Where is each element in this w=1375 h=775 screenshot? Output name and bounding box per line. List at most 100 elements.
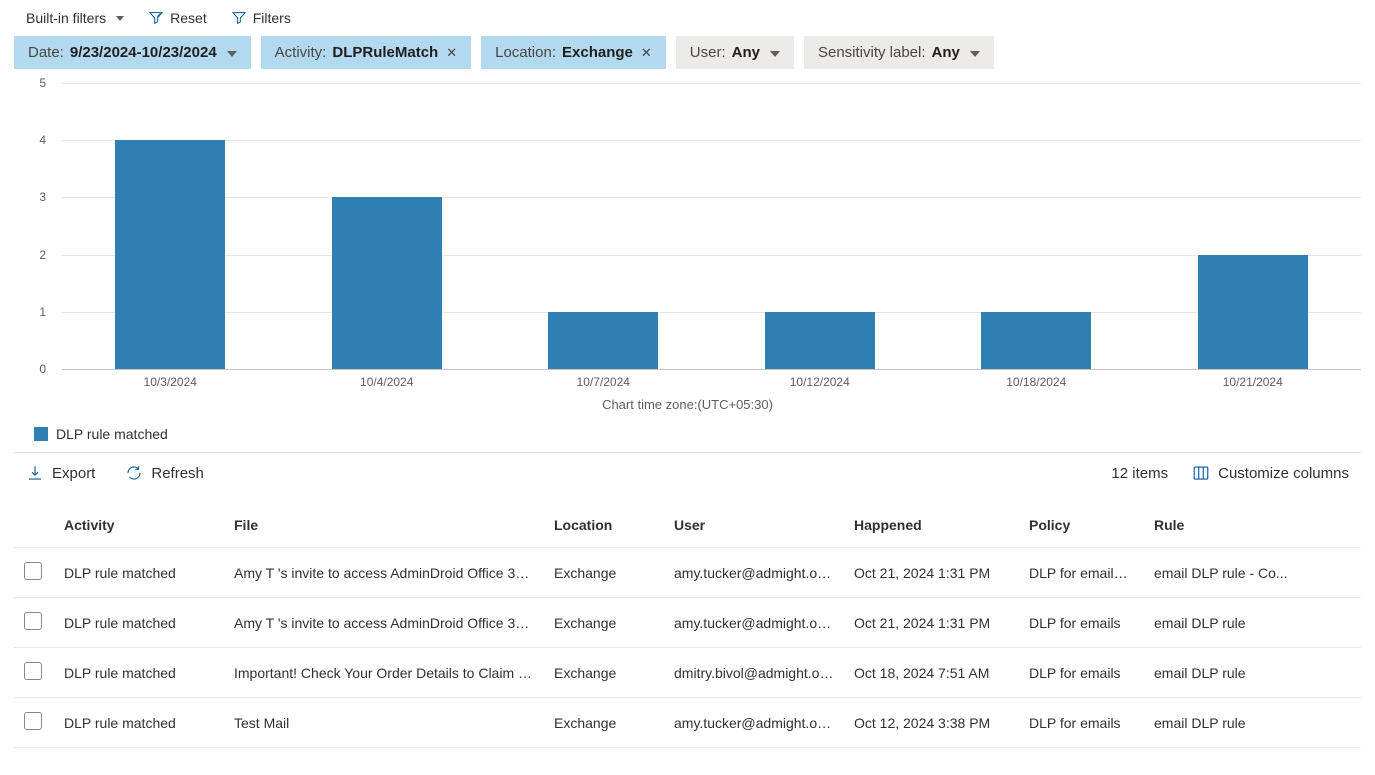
y-tick: 2 [39, 248, 46, 262]
x-tick: 10/3/2024 [62, 375, 279, 389]
cell-user: amy.tucker@admight.onmicr... [664, 548, 844, 598]
y-tick: 5 [39, 76, 46, 90]
filters-label: Filters [253, 10, 291, 26]
filter-chip[interactable]: Location: Exchange ✕ [481, 36, 666, 69]
bar-slot [712, 83, 929, 369]
col-rule[interactable]: Rule [1144, 503, 1361, 548]
filter-chip-value: Exchange [562, 44, 633, 61]
filter-chip-value: 9/23/2024-10/23/2024 [70, 44, 217, 61]
filter-chip-label: Date: [28, 44, 64, 61]
legend-swatch [34, 427, 48, 441]
cell-policy: DLP for emails [1019, 698, 1144, 748]
cell-policy: DLP for emails [1019, 598, 1144, 648]
filter-chip-label: Sensitivity label: [818, 44, 926, 61]
cell-user: amy.tucker@admight.onmicr... [664, 598, 844, 648]
cell-file: Test Mail [224, 698, 544, 748]
col-location[interactable]: Location [544, 503, 664, 548]
bar[interactable] [981, 312, 1091, 369]
legend-label: DLP rule matched [56, 426, 168, 442]
table-row[interactable]: DLP rule matchedAmy T 's invite to acces… [14, 548, 1361, 598]
refresh-icon [125, 464, 143, 482]
filter-chip-label: User: [690, 44, 726, 61]
filter-chip-value: Any [932, 44, 960, 61]
col-activity[interactable]: Activity [54, 503, 224, 548]
table-row[interactable]: DLP rule matchedAmy T 's invite to acces… [14, 598, 1361, 648]
chevron-down-icon [966, 44, 980, 61]
bar[interactable] [1198, 255, 1308, 369]
cell-user: dmitry.bivol@admight.onmi... [664, 648, 844, 698]
y-tick: 4 [39, 133, 46, 147]
bar[interactable] [115, 140, 225, 369]
bar[interactable] [765, 312, 875, 369]
cell-rule: email DLP rule [1144, 598, 1361, 648]
row-checkbox[interactable] [24, 662, 42, 680]
filter-icon [231, 10, 247, 26]
cell-location: Exchange [544, 648, 664, 698]
filter-chip[interactable]: Date: 9/23/2024-10/23/2024 [14, 36, 251, 69]
refresh-label: Refresh [151, 465, 204, 482]
col-file[interactable]: File [224, 503, 544, 548]
cell-file: Important! Check Your Order Details to C… [224, 648, 544, 698]
table-row[interactable]: DLP rule matchedTest MailExchangeamy.tuc… [14, 698, 1361, 748]
col-user[interactable]: User [664, 503, 844, 548]
chart-timezone-label: Chart time zone:(UTC+05:30) [14, 397, 1361, 412]
row-checkbox[interactable] [24, 712, 42, 730]
table-row[interactable]: DLP rule matchedImportant! Check Your Or… [14, 648, 1361, 698]
bar-slot [62, 83, 279, 369]
filter-chip-value: Any [732, 44, 760, 61]
col-policy[interactable]: Policy [1019, 503, 1144, 548]
export-label: Export [52, 465, 95, 482]
cell-location: Exchange [544, 598, 664, 648]
cell-activity: DLP rule matched [54, 598, 224, 648]
cell-activity: DLP rule matched [54, 698, 224, 748]
row-checkbox[interactable] [24, 612, 42, 630]
cell-happened: Oct 12, 2024 3:38 PM [844, 698, 1019, 748]
bar-slot [279, 83, 496, 369]
close-icon[interactable]: ✕ [446, 45, 457, 61]
filter-chip-label: Activity: [275, 44, 327, 61]
columns-icon [1192, 464, 1210, 482]
bar-slot [495, 83, 712, 369]
refresh-button[interactable]: Refresh [119, 463, 210, 483]
x-tick: 10/12/2024 [712, 375, 929, 389]
filters-button[interactable]: Filters [225, 6, 297, 30]
cell-rule: email DLP rule [1144, 648, 1361, 698]
filter-chip[interactable]: Sensitivity label: Any [804, 36, 994, 69]
download-icon [26, 464, 44, 482]
export-button[interactable]: Export [20, 463, 101, 483]
bar[interactable] [548, 312, 658, 369]
reset-button[interactable]: Reset [142, 6, 213, 30]
cell-rule: email DLP rule [1144, 698, 1361, 748]
bar[interactable] [332, 197, 442, 369]
row-checkbox[interactable] [24, 562, 42, 580]
built-in-filters-dropdown[interactable]: Built-in filters [20, 6, 130, 30]
x-tick: 10/7/2024 [495, 375, 712, 389]
close-icon[interactable]: ✕ [641, 45, 652, 61]
bar-slot [1145, 83, 1362, 369]
filter-chip[interactable]: User: Any [676, 36, 794, 69]
bar-chart: 012345 10/3/202410/4/202410/7/202410/12/… [34, 83, 1361, 383]
chart-legend: DLP rule matched [0, 412, 1375, 452]
x-tick: 10/18/2024 [928, 375, 1145, 389]
x-tick: 10/21/2024 [1145, 375, 1362, 389]
customize-columns-button[interactable]: Customize columns [1186, 463, 1355, 483]
filter-chip-label: Location: [495, 44, 556, 61]
chevron-down-icon [766, 44, 780, 61]
col-happened[interactable]: Happened [844, 503, 1019, 548]
results-table: Activity File Location User Happened Pol… [14, 503, 1361, 748]
bar-slot [928, 83, 1145, 369]
filter-chip[interactable]: Activity: DLPRuleMatch ✕ [261, 36, 471, 69]
cell-rule: email DLP rule - Co... [1144, 548, 1361, 598]
reset-label: Reset [170, 10, 207, 26]
items-count: 12 items [1111, 465, 1168, 482]
cell-file: Amy T 's invite to access AdminDroid Off… [224, 598, 544, 648]
chevron-down-icon [223, 44, 237, 61]
filter-chip-value: DLPRuleMatch [332, 44, 438, 61]
cell-file: Amy T 's invite to access AdminDroid Off… [224, 548, 544, 598]
y-tick: 3 [39, 190, 46, 204]
cell-location: Exchange [544, 548, 664, 598]
y-tick: 0 [39, 362, 46, 376]
cell-happened: Oct 18, 2024 7:51 AM [844, 648, 1019, 698]
cell-happened: Oct 21, 2024 1:31 PM [844, 598, 1019, 648]
table-header-row: Activity File Location User Happened Pol… [14, 503, 1361, 548]
